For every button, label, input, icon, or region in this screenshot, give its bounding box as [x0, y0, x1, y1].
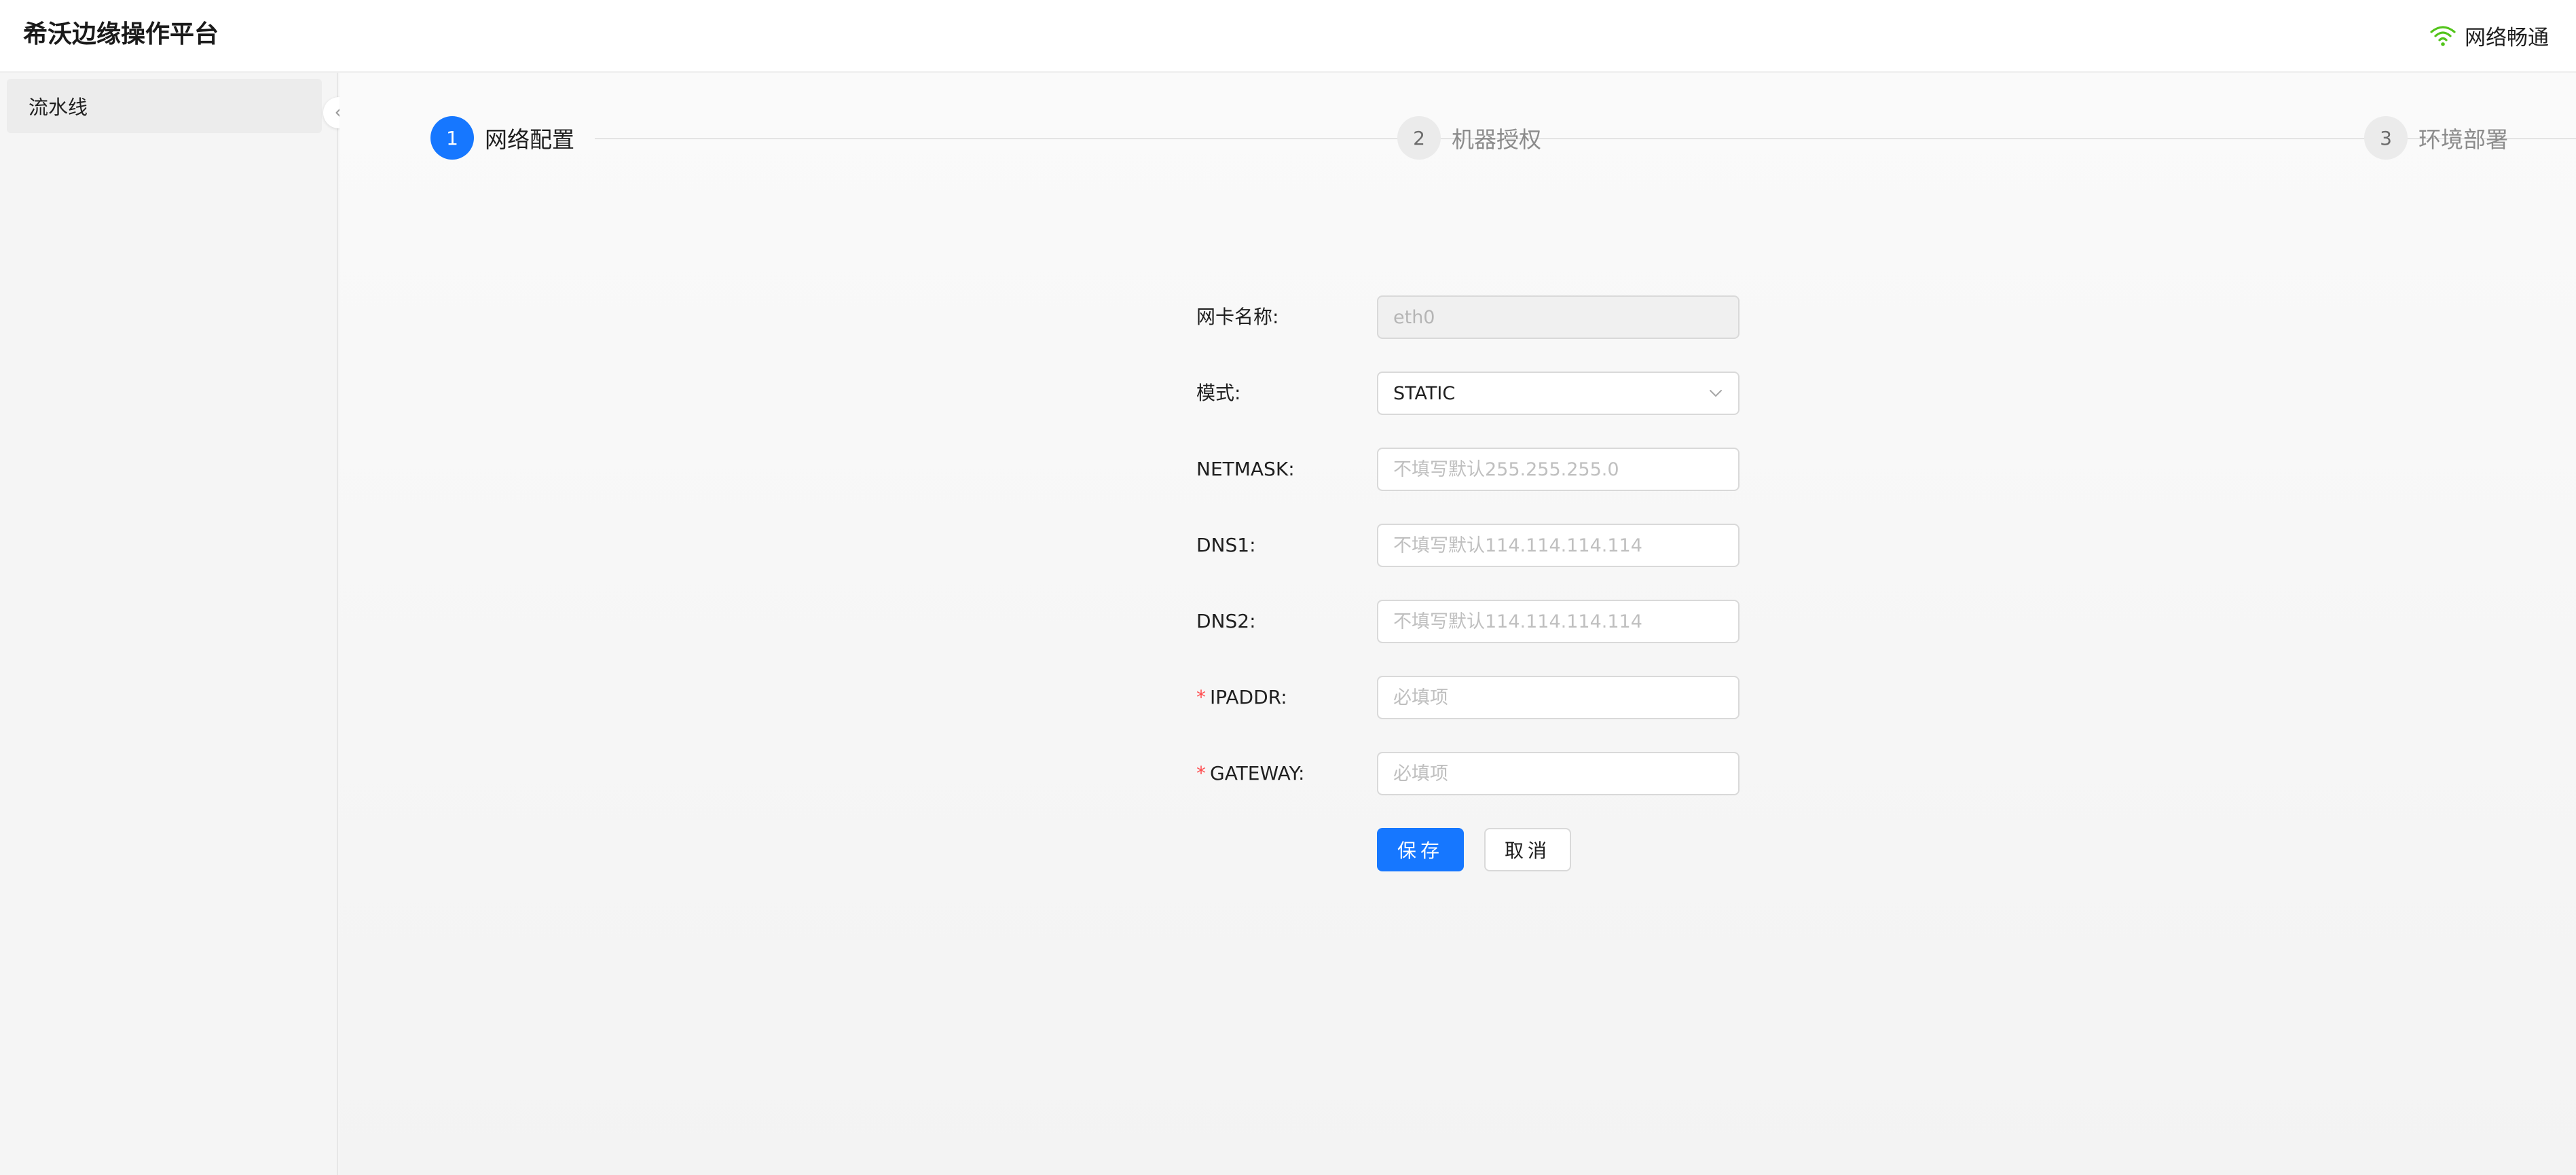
step-number: 1: [430, 116, 474, 160]
mode-select-value: STATIC: [1393, 382, 1456, 404]
step-label: 机器授权: [1452, 126, 1541, 153]
required-mark: *: [1196, 762, 1206, 784]
dns1-input[interactable]: [1377, 524, 1740, 567]
app-root: 希沃边缘操作平台 网络畅通 流水线 1 网络配置 2 机器授权 3 环境部署 网…: [0, 0, 2576, 1175]
network-status-label: 网络畅通: [2465, 25, 2549, 50]
main-content: 1 网络配置 2 机器授权 3 环境部署 网卡名称: 模式: STATIC: [339, 73, 2576, 1175]
form-actions: 保存 取消: [1196, 828, 1807, 871]
step-machine-auth: 2 机器授权: [1397, 116, 1541, 160]
step-env-deploy: 3 环境部署: [2364, 116, 2508, 160]
step-label: 环境部署: [2418, 126, 2508, 153]
gateway-label: GATEWAY:: [1210, 762, 1305, 784]
wifi-icon: [2429, 24, 2457, 47]
sidebar-item-pipeline[interactable]: 流水线: [7, 79, 322, 133]
network-status: 网络畅通: [2429, 19, 2549, 52]
form-row-dns1: DNS1:: [1196, 524, 1807, 567]
nic-name-input: [1377, 295, 1740, 339]
step-number: 2: [1397, 116, 1441, 160]
step-number: 3: [2364, 116, 2408, 160]
gateway-input[interactable]: [1377, 752, 1740, 795]
ipaddr-label-wrap: * IPADDR:: [1196, 676, 1287, 719]
nic-name-label: 网卡名称:: [1196, 306, 1279, 328]
form-row-gateway: * GATEWAY:: [1196, 752, 1807, 795]
netmask-label: NETMASK:: [1196, 458, 1295, 480]
top-header: 希沃边缘操作平台 网络畅通: [0, 0, 2576, 73]
app-title: 希沃边缘操作平台: [23, 20, 219, 48]
sidebar: 流水线: [0, 73, 338, 1175]
form-row-netmask: NETMASK:: [1196, 448, 1807, 491]
gateway-label-wrap: * GATEWAY:: [1196, 752, 1304, 795]
mode-select[interactable]: STATIC: [1377, 372, 1740, 415]
step-network-config: 1 网络配置: [430, 116, 574, 160]
form-row-mode: 模式: STATIC: [1196, 372, 1807, 415]
sidebar-item-label: 流水线: [29, 96, 88, 119]
form-row-ipaddr: * IPADDR:: [1196, 676, 1807, 719]
chevron-down-icon: [1708, 388, 1723, 398]
ipaddr-label: IPADDR:: [1210, 686, 1287, 708]
dns2-input[interactable]: [1377, 600, 1740, 643]
dns2-label: DNS2:: [1196, 610, 1256, 632]
form-row-nic-name: 网卡名称:: [1196, 295, 1807, 339]
step-connector: [595, 138, 1715, 139]
cancel-button[interactable]: 取消: [1484, 828, 1571, 871]
dns1-label: DNS1:: [1196, 534, 1256, 556]
mode-label: 模式:: [1196, 382, 1241, 404]
netmask-input[interactable]: [1377, 448, 1740, 491]
step-label: 网络配置: [485, 126, 574, 153]
save-button[interactable]: 保存: [1377, 828, 1464, 871]
ipaddr-input[interactable]: [1377, 676, 1740, 719]
required-mark: *: [1196, 686, 1206, 708]
form-row-dns2: DNS2:: [1196, 600, 1807, 643]
